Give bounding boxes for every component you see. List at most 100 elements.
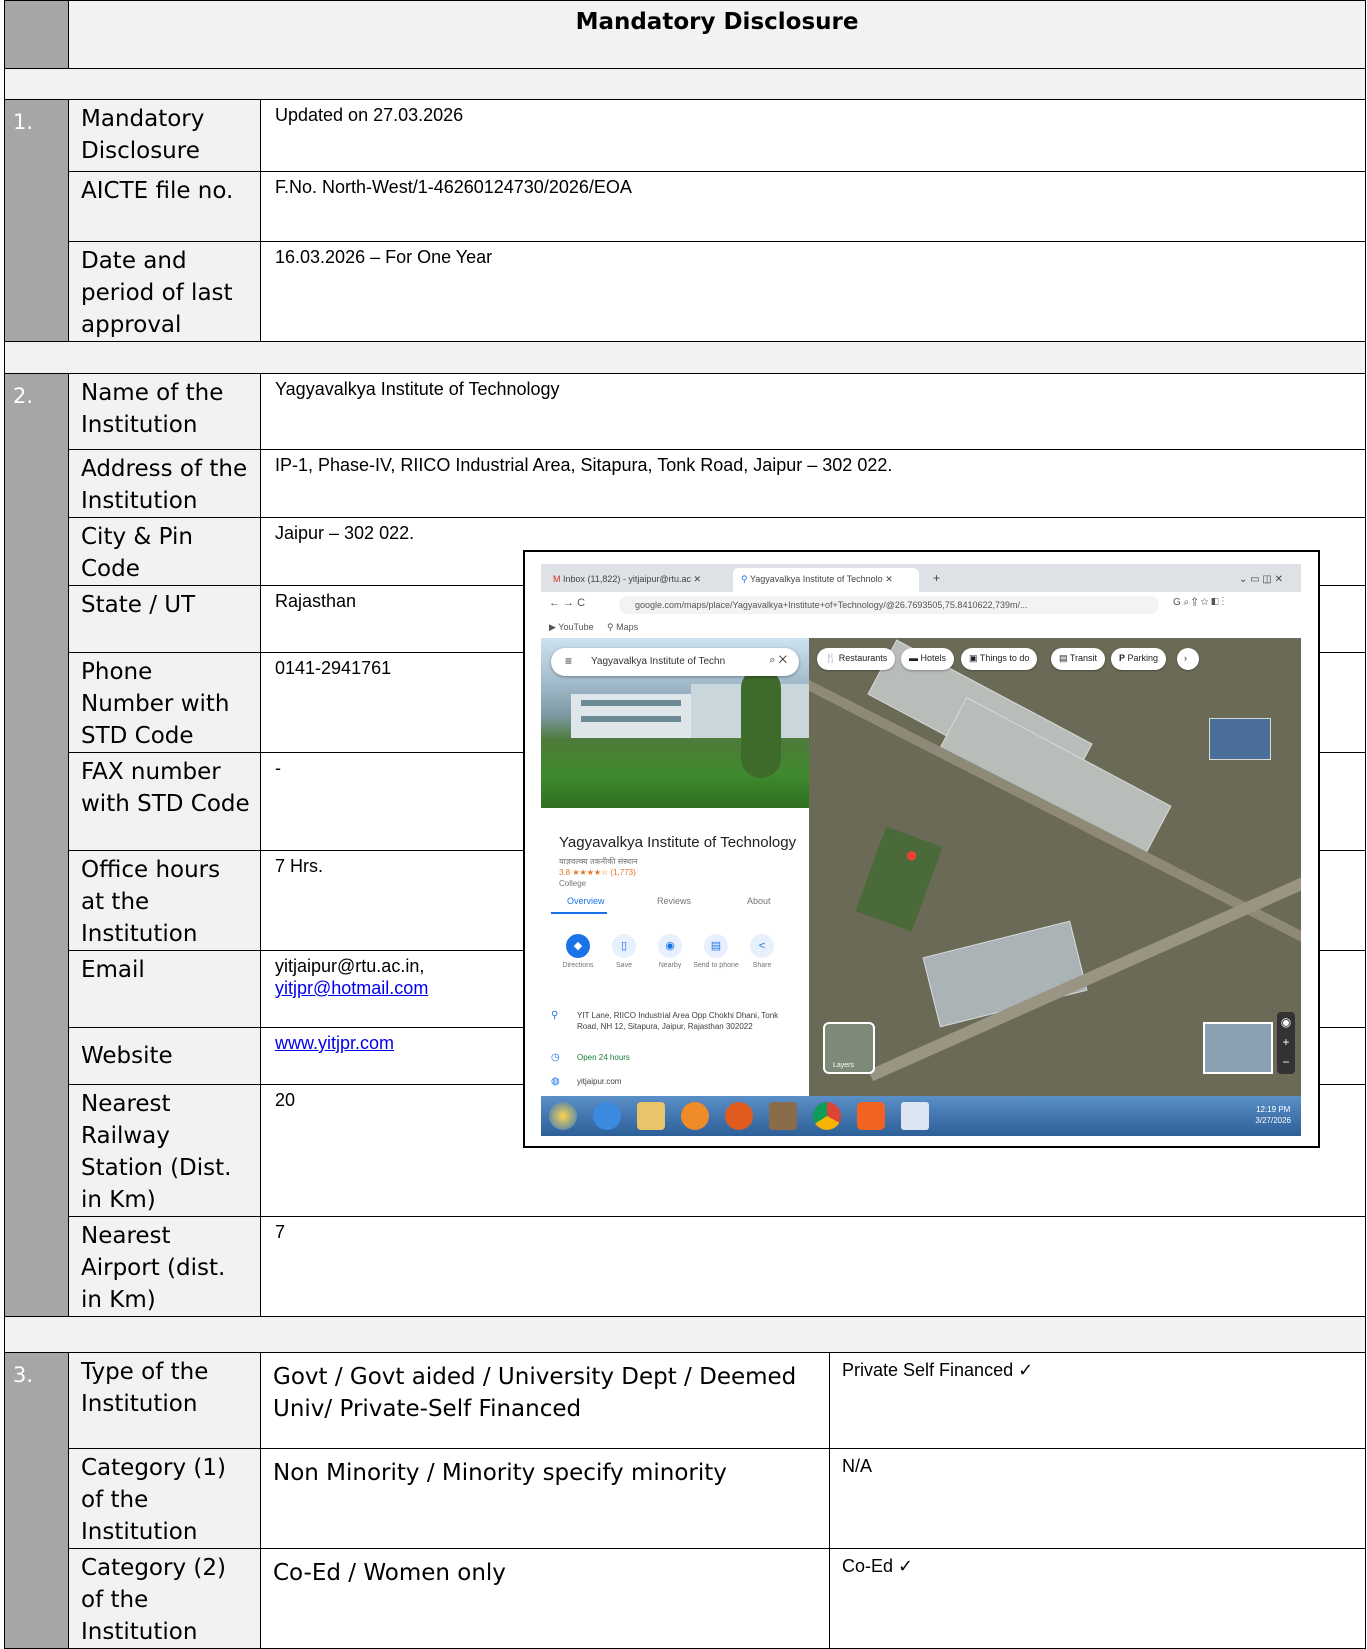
chip-restaurants[interactable]: 🍴 Restaurants (817, 648, 896, 670)
place-name-hindi: याज्ञवल्क्य तकनीकी संस्थान (559, 857, 638, 866)
email-text: yitjaipur@rtu.ac.in, (275, 956, 425, 976)
spacer-row (3, 68, 1367, 100)
field-selected: Co-Ed ✓ (828, 1548, 1367, 1649)
spacer-row (3, 341, 1367, 374)
media-icon[interactable] (681, 1102, 709, 1130)
paint-icon[interactable] (769, 1102, 797, 1130)
windows-taskbar: 12:19 PM 3/27/2026 (541, 1096, 1301, 1136)
bookmark-maps[interactable]: ⚲ Maps (607, 622, 638, 633)
directions-icon: ◆ (566, 934, 590, 958)
maps-pin-icon: ⚲ (741, 574, 748, 584)
page-title: Mandatory Disclosure (67, 0, 1367, 69)
field-label: Nearest Airport (dist. in Km) (68, 1216, 261, 1317)
chip-parking[interactable]: P Parking (1111, 648, 1167, 670)
email-link[interactable]: yitjpr@hotmail.com (275, 978, 428, 998)
ie-icon[interactable] (593, 1102, 621, 1130)
new-tab-icon[interactable]: + (925, 568, 945, 592)
place-panel: ≡ Yagyavalkya Institute of Techn ⌕ ✕ Yag… (541, 638, 809, 1096)
maps-screenshot: M Inbox (11,822) - yitjaipur@rtu.ac ✕ ⚲ … (523, 550, 1320, 1148)
chips-next-icon[interactable]: › (1177, 648, 1199, 670)
tab-bar: M Inbox (11,822) - yitjaipur@rtu.ac ✕ ⚲ … (541, 564, 1301, 592)
field-label: AICTE file no. (68, 171, 261, 242)
street-view-thumb[interactable] (1203, 1022, 1273, 1074)
system-clock[interactable]: 12:19 PM 3/27/2026 (1255, 1104, 1291, 1126)
location-pin-icon: ⚲ (551, 1010, 559, 1021)
tab-about[interactable]: About (747, 896, 771, 906)
directions-button[interactable]: ◆ Directions (555, 934, 601, 969)
address-bar: ← → C google.com/maps/place/Yagyavalkya+… (541, 592, 1301, 618)
search-close-icon[interactable]: ⌕ ✕ (769, 654, 787, 667)
chrome-icon[interactable] (813, 1102, 841, 1130)
q-app-icon[interactable] (857, 1102, 885, 1130)
place-actions: ◆ Directions ▯ Save ◉ Nearby ▤ Send to phone… (541, 934, 809, 990)
field-options: Govt / Govt aided / University Dept / De… (260, 1352, 830, 1449)
chip-things-to-do[interactable]: ▣ Things to do (961, 648, 1038, 670)
field-label: Email (68, 950, 261, 1028)
field-options: Co-Ed / Women only (260, 1548, 830, 1649)
chip-transit[interactable]: ▤ Transit (1051, 648, 1106, 670)
field-label: City & Pin Code (68, 517, 261, 586)
field-value: Yagyavalkya Institute of Technology (259, 373, 1367, 450)
field-label: Website (68, 1027, 261, 1085)
field-selected: Private Self Financed ✓ (828, 1352, 1367, 1449)
field-label: Category (1) of the Institution (68, 1448, 261, 1549)
chip-hotels[interactable]: ▬ Hotels (901, 648, 955, 670)
section-number-1: 1. (4, 99, 69, 342)
bookmark-youtube[interactable]: ▶ YouTube (549, 622, 594, 633)
field-label: Category (2) of the Institution (68, 1548, 261, 1649)
field-label: Mandatory Disclosure (68, 99, 261, 172)
url-field[interactable]: google.com/maps/place/Yagyavalkya+Instit… (619, 596, 1159, 614)
send-to-phone-button[interactable]: ▤ Send to phone (693, 934, 739, 969)
field-selected: N/A (828, 1448, 1367, 1549)
field-label: Office hours at the Institution (68, 850, 261, 951)
gmail-icon: M (553, 574, 561, 584)
window-controls-icon[interactable]: ⌄ ▭ ◫ ✕ (1231, 568, 1297, 592)
save-button[interactable]: ▯ Save (601, 934, 647, 969)
field-label: FAX number with STD Code (68, 752, 261, 851)
tab-gmail[interactable]: M Inbox (11,822) - yitjaipur@rtu.ac ✕ (545, 568, 731, 592)
place-rating: 3.8 ★★★★☆ (1,773) (559, 868, 636, 877)
nearby-icon: ◉ (658, 934, 682, 958)
field-label: Nearest Railway Station (Dist. in Km) (68, 1084, 261, 1217)
field-label: Address of the Institution (68, 449, 261, 518)
field-value: 16.03.2026 – For One Year (259, 241, 1367, 342)
folder-icon[interactable] (637, 1102, 665, 1130)
phone-icon: ▤ (704, 934, 728, 958)
zoom-controls[interactable]: ◉ + − (1277, 1012, 1295, 1074)
menu-icon[interactable]: ≡ (565, 654, 572, 668)
field-label: State / UT (68, 585, 261, 653)
field-value: IP-1, Phase-IV, RIICO Industrial Area, S… (259, 449, 1367, 518)
tab-overview[interactable]: Overview (567, 896, 605, 906)
toolbar-icons[interactable]: G ⌕ ⇪ ☆ ◧ ⋮ (1173, 597, 1224, 608)
globe-icon: ◍ (551, 1076, 560, 1087)
document-icon[interactable] (901, 1102, 929, 1130)
share-button[interactable]: < Share (739, 934, 785, 969)
nearby-button[interactable]: ◉ Nearby (647, 934, 693, 969)
maps-search-input[interactable]: ≡ Yagyavalkya Institute of Techn ⌕ ✕ (551, 648, 799, 676)
field-value: 7 (259, 1216, 1367, 1317)
field-label: Name of the Institution (68, 373, 261, 450)
field-label: Type of the Institution (68, 1352, 261, 1449)
website-link[interactable]: www.yitjpr.com (275, 1033, 394, 1053)
map-pin-icon[interactable]: ● (905, 842, 918, 868)
field-label: Date and period of last approval (68, 241, 261, 342)
satellite-map[interactable]: 🍴 Restaurants ▬ Hotels ▣ Things to do ▤ … (809, 638, 1301, 1096)
layers-button[interactable]: Layers (823, 1022, 875, 1074)
place-name: Yagyavalkya Institute of Technology (559, 834, 797, 851)
tab-underline (551, 912, 607, 914)
section-number-3: 3. (4, 1352, 69, 1649)
field-value: F.No. North-West/1-46260124730/2026/EOA (259, 171, 1367, 242)
field-value: Updated on 27.03.2026 (259, 99, 1367, 172)
tab-maps[interactable]: ⚲ Yagyavalkya Institute of Technolo ✕ (733, 568, 919, 592)
field-options: Non Minority / Minority specify minority (260, 1448, 830, 1549)
tab-reviews[interactable]: Reviews (657, 896, 691, 906)
bookmarks-bar: ▶ YouTube ⚲ Maps (541, 618, 1301, 638)
section-number-2: 2. (4, 373, 69, 1317)
nav-arrows-icon[interactable]: ← → C (549, 597, 585, 609)
place-category: College (559, 879, 587, 888)
field-label: Phone Number with STD Code (68, 652, 261, 753)
start-button-icon[interactable] (549, 1102, 577, 1130)
header-number-cell (4, 0, 69, 69)
browser-window: M Inbox (11,822) - yitjaipur@rtu.ac ✕ ⚲ … (541, 564, 1301, 1136)
firefox-icon[interactable] (725, 1102, 753, 1130)
